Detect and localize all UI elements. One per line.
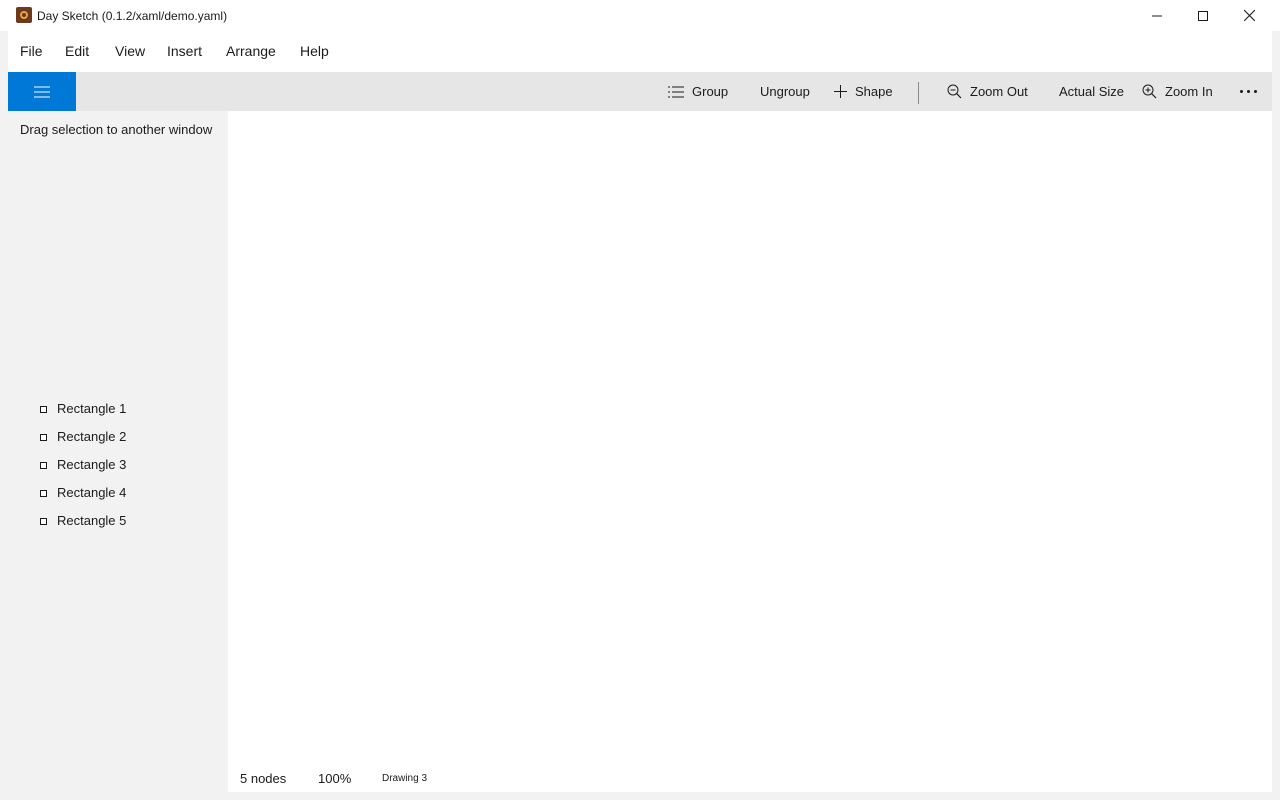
minimize-icon: [1152, 15, 1162, 16]
list-icon: [668, 86, 684, 97]
menu-file[interactable]: File: [8, 31, 55, 72]
drawing-name-status: Drawing 3: [382, 773, 428, 784]
more-icon: [1238, 90, 1259, 93]
app-icon: [16, 7, 32, 23]
zoom-in-label: Zoom In: [1165, 84, 1213, 99]
minimize-button[interactable]: [1134, 0, 1180, 31]
rectangle-icon: [40, 434, 47, 441]
menu-insert[interactable]: Insert: [155, 31, 214, 72]
rectangle-icon: [40, 406, 47, 413]
node-list: Rectangle 1 Rectangle 2 Rectangle 3 Rect…: [8, 395, 228, 535]
zoom-out-icon: [947, 84, 962, 99]
menu-edit[interactable]: Edit: [53, 31, 101, 72]
ungroup-label: Ungroup: [760, 84, 810, 99]
hamburger-button[interactable]: [8, 72, 76, 111]
drawing-canvas[interactable]: [228, 111, 1272, 792]
rectangle-icon: [40, 490, 47, 497]
rectangle-icon: [40, 462, 47, 469]
zoom-status: 100%: [318, 771, 352, 786]
list-item[interactable]: Rectangle 5: [8, 507, 228, 535]
menu-arrange[interactable]: Arrange: [214, 31, 288, 72]
shape-button[interactable]: Shape: [834, 72, 893, 111]
app-window: Day Sketch (0.1.2/xaml/demo.yaml) File E…: [0, 0, 1280, 800]
rectangle-icon: [40, 518, 47, 525]
list-item[interactable]: Rectangle 2: [8, 423, 228, 451]
drag-hint: Drag selection to another window: [20, 122, 213, 137]
zoom-in-icon: [1142, 84, 1157, 99]
hamburger-icon: [34, 86, 50, 97]
actual-size-button[interactable]: Actual Size: [1059, 72, 1124, 111]
menu-bar: File Edit View Insert Arrange Help: [8, 31, 1272, 72]
maximize-icon: [1198, 10, 1208, 21]
window-title: Day Sketch (0.1.2/xaml/demo.yaml): [37, 9, 228, 23]
layers-pane: Drag selection to another window Rectang…: [8, 111, 228, 792]
ungroup-button[interactable]: Ungroup: [760, 72, 810, 111]
node-label: Rectangle 2: [57, 429, 127, 444]
node-label: Rectangle 1: [57, 401, 127, 416]
shape-label: Shape: [855, 84, 893, 99]
group-button[interactable]: Group: [668, 72, 728, 111]
zoom-out-button[interactable]: Zoom Out: [947, 72, 1028, 111]
list-item[interactable]: Rectangle 4: [8, 479, 228, 507]
plus-icon: [834, 85, 847, 98]
node-label: Rectangle 4: [57, 485, 127, 500]
menu-view[interactable]: View: [103, 31, 157, 72]
maximize-button[interactable]: [1180, 0, 1226, 31]
zoom-out-label: Zoom Out: [970, 84, 1028, 99]
close-button[interactable]: [1226, 0, 1272, 31]
toolbar-separator: [918, 82, 919, 104]
actual-size-label: Actual Size: [1059, 84, 1125, 99]
close-icon: [1243, 10, 1255, 21]
node-label: Rectangle 5: [57, 513, 127, 528]
command-bar: Group Ungroup Shape Zoom Out Actual Size: [8, 72, 1272, 111]
node-label: Rectangle 3: [57, 457, 127, 472]
node-count-status: 5 nodes: [240, 771, 287, 786]
list-item[interactable]: Rectangle 3: [8, 451, 228, 479]
more-options-button[interactable]: [1230, 72, 1266, 111]
title-bar: Day Sketch (0.1.2/xaml/demo.yaml): [0, 0, 1280, 31]
menu-help[interactable]: Help: [288, 31, 341, 72]
zoom-in-button[interactable]: Zoom In: [1142, 72, 1213, 111]
group-label: Group: [692, 84, 729, 99]
list-item[interactable]: Rectangle 1: [8, 395, 228, 423]
